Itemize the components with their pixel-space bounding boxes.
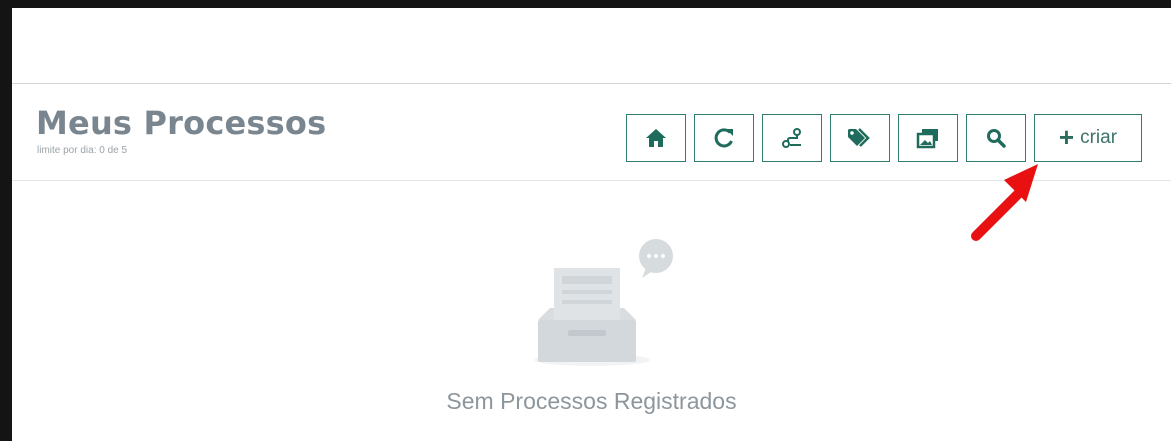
top-bar [12, 8, 1171, 84]
page-title: Meus Processos [36, 104, 327, 142]
empty-state-message: Sem Processos Registrados [446, 388, 737, 414]
tags-icon [848, 128, 870, 147]
empty-inbox-icon [534, 239, 673, 366]
search-icon [987, 129, 1006, 148]
tags-button[interactable] [830, 114, 890, 162]
daily-limit-text: limite por dia: 0 de 5 [37, 145, 128, 156]
search-button[interactable] [966, 114, 1026, 162]
refresh-button[interactable] [694, 114, 754, 162]
red-arrow-icon [971, 164, 1038, 241]
refresh-icon [714, 128, 733, 148]
route-button[interactable] [762, 114, 822, 162]
images-button[interactable] [898, 114, 958, 162]
images-icon [916, 129, 938, 149]
home-icon [646, 129, 666, 147]
plus-icon: + [1058, 121, 1075, 152]
home-button[interactable] [626, 114, 686, 162]
create-button[interactable]: + criar [1034, 114, 1142, 162]
route-icon [782, 128, 801, 148]
create-button-label: criar [1080, 127, 1118, 148]
